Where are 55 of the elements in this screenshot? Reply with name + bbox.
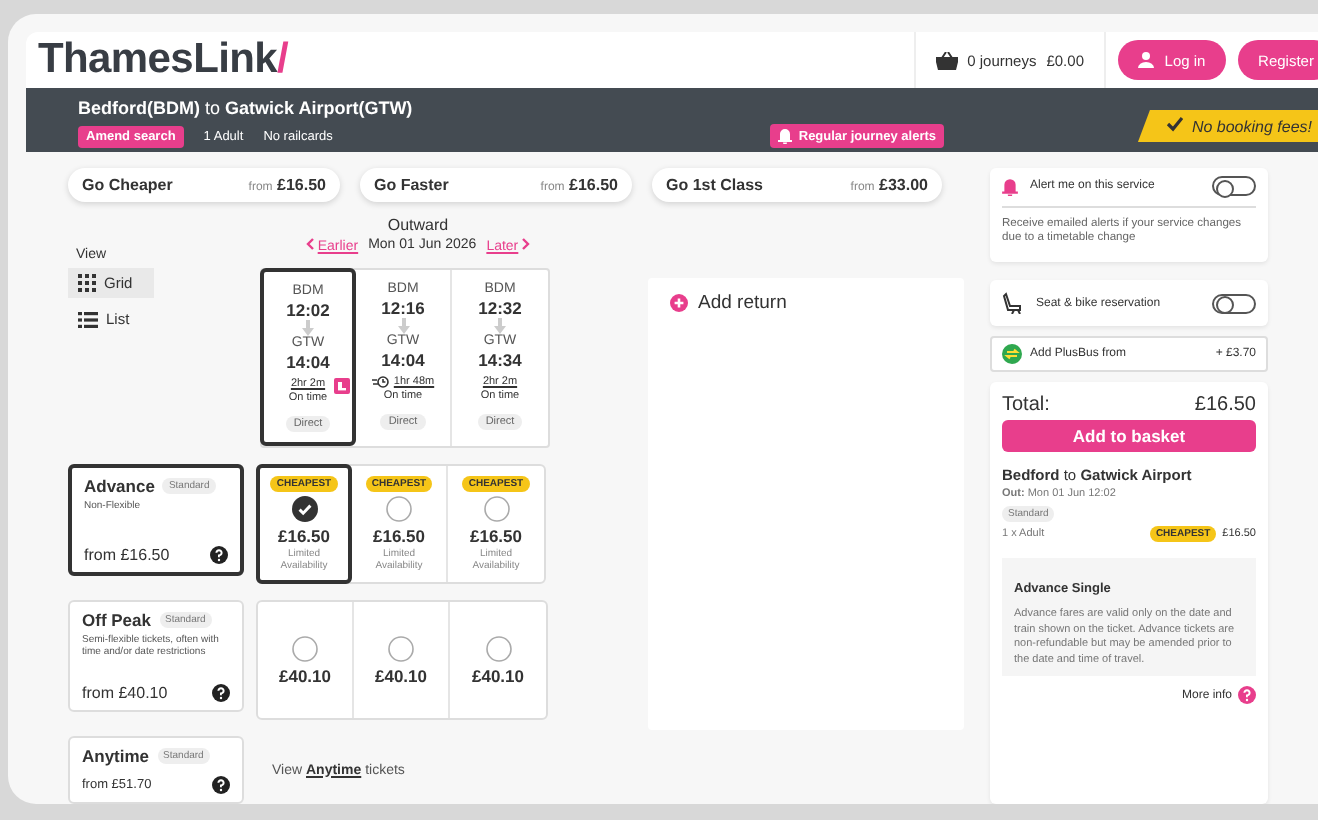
seat-toggle[interactable] bbox=[1212, 293, 1256, 313]
grid-icon bbox=[78, 274, 96, 292]
total-price: £16.50 bbox=[1194, 394, 1256, 416]
plus-icon bbox=[670, 294, 688, 312]
help-icon[interactable] bbox=[210, 546, 228, 564]
fare-price: £16.50 bbox=[470, 526, 522, 546]
fare-price: £40.10 bbox=[279, 665, 331, 685]
radio-icon bbox=[292, 635, 318, 661]
radio-icon bbox=[386, 496, 412, 522]
down-arrow-icon bbox=[397, 318, 409, 334]
basket-icon[interactable] bbox=[935, 51, 958, 69]
checked-radio-icon bbox=[291, 496, 317, 522]
fare-price: £16.50 bbox=[278, 526, 330, 546]
radio-icon bbox=[388, 635, 414, 661]
fare-option[interactable]: £40.10 bbox=[354, 602, 450, 718]
fare-option[interactable]: £40.10 bbox=[450, 602, 546, 718]
fare-price: £16.50 bbox=[373, 526, 425, 546]
fare-price: £40.10 bbox=[375, 665, 427, 685]
add-return-button[interactable]: Add return bbox=[670, 292, 810, 314]
down-arrow-icon bbox=[494, 318, 506, 334]
check-icon bbox=[1165, 116, 1184, 132]
departure-time: 12:32 bbox=[478, 298, 522, 318]
help-icon[interactable] bbox=[212, 776, 230, 794]
user-icon bbox=[1138, 52, 1155, 68]
list-icon bbox=[78, 311, 98, 327]
radio-icon bbox=[485, 635, 511, 661]
chevron-left-icon bbox=[305, 238, 314, 250]
bell-icon bbox=[1002, 177, 1018, 195]
help-icon bbox=[1238, 686, 1256, 704]
logo[interactable]: ThamesLink/ bbox=[38, 36, 902, 84]
arrival-time: 14:04 bbox=[286, 352, 330, 372]
fare-price: £40.10 bbox=[472, 665, 524, 685]
departure-time: 12:02 bbox=[286, 300, 330, 320]
fare-from-price: from £16.50 bbox=[84, 546, 170, 564]
fare-option[interactable]: £40.10 bbox=[258, 602, 354, 718]
radio-icon bbox=[483, 496, 509, 522]
chevron-right-icon bbox=[522, 238, 531, 250]
arrival-time: 14:34 bbox=[478, 350, 522, 370]
arrival-time: 14:04 bbox=[381, 350, 425, 370]
route-title: Bedford(BDM) to Gatwick Airport(GTW) bbox=[78, 98, 415, 118]
no-booking-fees-banner: No booking fees! bbox=[1137, 110, 1318, 142]
fare-name: Off Peak bbox=[82, 610, 151, 630]
total-label: Total: bbox=[1002, 394, 1050, 416]
help-icon[interactable] bbox=[212, 684, 230, 702]
alert-toggle[interactable] bbox=[1212, 176, 1256, 196]
bus-logo-icon bbox=[1002, 344, 1022, 364]
departure-time: 12:16 bbox=[381, 298, 425, 318]
bell-icon bbox=[778, 128, 793, 144]
outward-title: Outward bbox=[385, 216, 451, 234]
fare-name: Advance bbox=[84, 476, 155, 496]
down-arrow-icon bbox=[302, 320, 314, 336]
fare-name: Anytime bbox=[82, 746, 150, 766]
fare-from-price: from £40.10 bbox=[82, 684, 168, 702]
speed-clock-icon bbox=[371, 376, 390, 388]
add-to-basket-button[interactable]: Add to basket bbox=[1002, 420, 1256, 452]
